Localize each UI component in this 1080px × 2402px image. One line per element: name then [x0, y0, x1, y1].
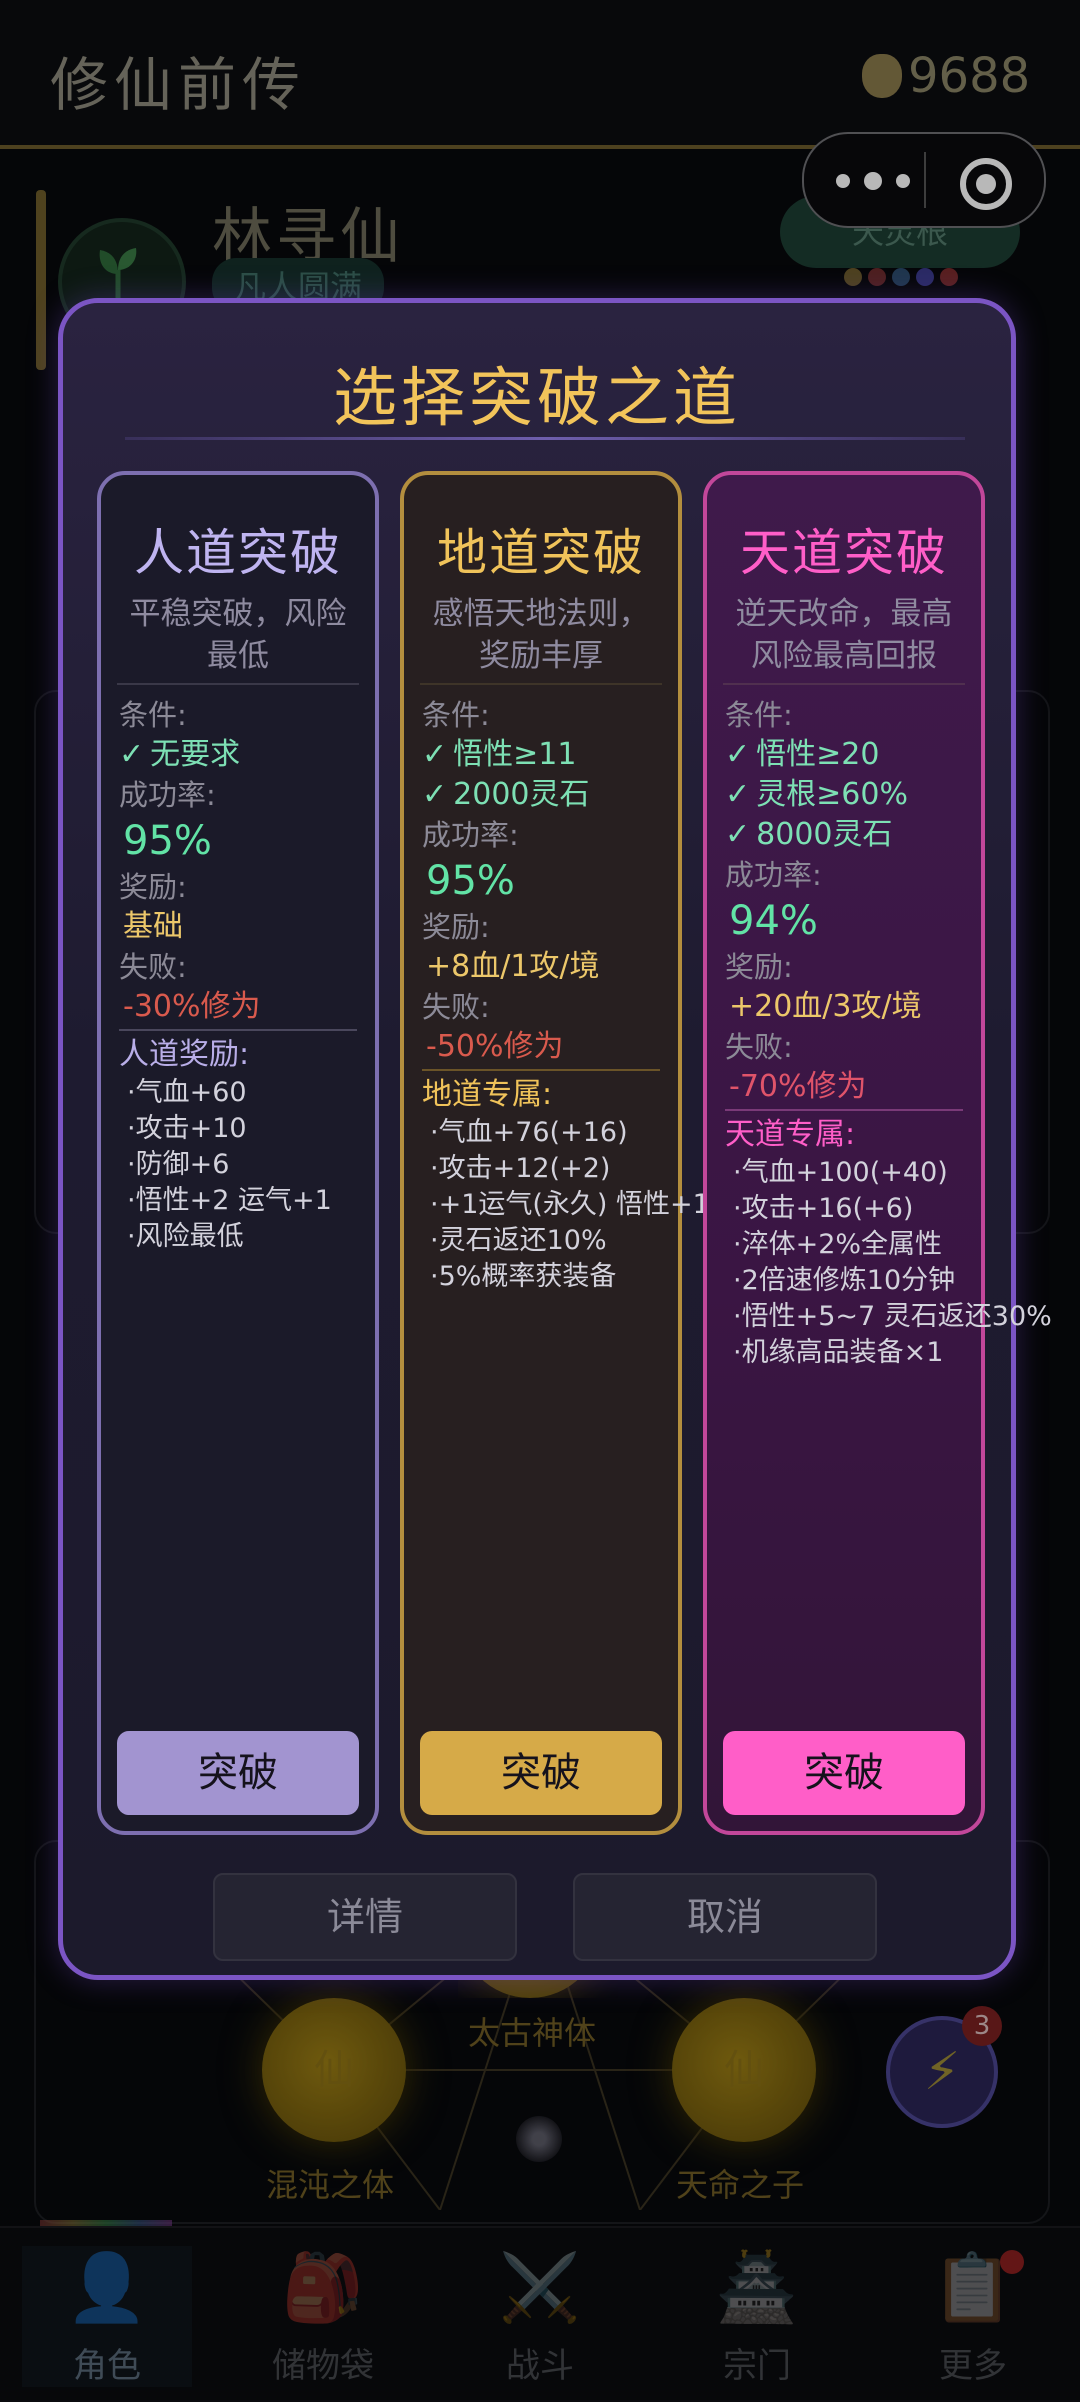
reward-value: 基础 [123, 909, 183, 944]
bonus-title: 地道专属: [422, 1077, 553, 1112]
path-card-earth[interactable]: 地道突破 感悟天地法则， 奖励丰厚 条件: ✓ 悟性≥11 ✓ 2000灵石 成功率… [400, 471, 710, 1835]
bonus-title: 人道奖励: [119, 1037, 250, 1072]
details-button[interactable]: 详情 [213, 1873, 517, 1961]
conditions-label: 条件: [422, 698, 490, 732]
desc-line: 逆天改命，最高 [735, 596, 953, 632]
failure-value: -50%修为 [426, 1029, 564, 1064]
bonus-item: ·悟性+2 运气+1 [127, 1185, 332, 1216]
bonus-item: ·机缘高品装备×1 [733, 1337, 944, 1368]
check-icon: ✓ [725, 777, 751, 812]
bonus-item: ·+1运气(永久) 悟性+1 [430, 1189, 710, 1220]
bonus-item: ·防御+6 [127, 1149, 230, 1180]
breakthrough-button-heaven[interactable]: 突破 [723, 1731, 965, 1815]
bonus-item: ·气血+76(+16) [430, 1117, 628, 1148]
path-card-heaven[interactable]: 天道突破 逆天改命，最高 风险最高回报 条件: ✓ 悟性≥20 ✓ 灵根≥60% ✓… [703, 471, 1052, 1835]
conditions-label: 条件: [725, 698, 793, 732]
path-details: 条件: ✓ 无要求 成功率: 95% 奖励: 基础 失败: -30%修为 人道奖励… [119, 695, 419, 1255]
reward-value: +20血/3攻/境 [729, 989, 922, 1024]
bonus-item: ·攻击+10 [127, 1113, 247, 1144]
breakthrough-modal: 选择突破之道 人道突破 平稳突破，风险 最低 条件: ✓ 无要求 成功率: 95%… [58, 298, 1052, 1980]
success-rate-label: 成功率: [725, 858, 822, 892]
reward-label: 奖励: [725, 950, 793, 984]
condition-item: ✓ 8000灵石 [725, 815, 1025, 855]
success-rate-value: 95% [123, 818, 212, 864]
condition-item: ✓ 悟性≥11 [422, 735, 722, 775]
success-rate-value: 95% [426, 858, 515, 904]
breakthrough-button-earth[interactable]: 突破 [420, 1731, 662, 1815]
path-name: 地道突破 [437, 524, 645, 582]
path-description: 逆天改命，最高 风险最高回报 [707, 593, 981, 677]
reward-label: 奖励: [422, 910, 490, 944]
failure-label: 失败: [725, 1030, 793, 1064]
check-icon: ✓ [119, 737, 145, 772]
condition-item: ✓ 2000灵石 [422, 775, 722, 815]
divider [119, 1029, 357, 1031]
desc-line: 奖励丰厚 [479, 638, 603, 674]
check-icon: ✓ [725, 817, 751, 852]
bonus-item: ·气血+100(+40) [733, 1157, 948, 1188]
bonus-item: ·气血+60 [127, 1077, 247, 1108]
conditions-label: 条件: [119, 698, 187, 732]
bonus-item: ·灵石返还10% [430, 1225, 607, 1256]
bonus-item: ·悟性+5~7 灵石返还30% [733, 1301, 1052, 1332]
cancel-button[interactable]: 取消 [573, 1873, 877, 1961]
success-rate-label: 成功率: [422, 818, 519, 852]
bonus-item: ·攻击+16(+6) [733, 1193, 914, 1224]
divider [723, 683, 965, 685]
path-name: 人道突破 [134, 524, 342, 582]
bonus-item: ·攻击+12(+2) [430, 1153, 611, 1184]
divider [117, 683, 359, 685]
divider [422, 1069, 660, 1071]
divider [420, 683, 662, 685]
reward-value: +8血/1攻/境 [426, 949, 600, 984]
divider [725, 1109, 963, 1111]
path-card-human[interactable]: 人道突破 平稳突破，风险 最低 条件: ✓ 无要求 成功率: 95% 奖励: 基础… [97, 471, 379, 1835]
path-details: 条件: ✓ 悟性≥20 ✓ 灵根≥60% ✓ 8000灵石 成功率: 94% 奖励: … [725, 695, 1052, 1371]
failure-value: -70%修为 [729, 1069, 867, 1104]
title-divider [125, 437, 965, 440]
bonus-title: 天道专属: [725, 1117, 856, 1152]
reward-label: 奖励: [119, 870, 187, 904]
path-description: 感悟天地法则， 奖励丰厚 [404, 593, 678, 677]
bonus-item: ·风险最低 [127, 1221, 244, 1252]
breakthrough-button-human[interactable]: 突破 [117, 1731, 359, 1815]
failure-label: 失败: [422, 990, 490, 1024]
check-icon: ✓ [422, 777, 448, 812]
path-description: 平稳突破，风险 最低 [101, 593, 375, 677]
condition-item: ✓ 无要求 [119, 735, 419, 775]
bonus-item: ·淬体+2%全属性 [733, 1229, 943, 1260]
path-name: 天道突破 [740, 524, 948, 582]
bonus-item: ·5%概率获装备 [430, 1261, 617, 1292]
failure-label: 失败: [119, 950, 187, 984]
desc-line: 风险最高回报 [751, 638, 937, 674]
success-rate-value: 94% [729, 898, 818, 944]
success-rate-label: 成功率: [119, 778, 216, 812]
desc-line: 感悟天地法则， [432, 596, 650, 632]
condition-item: ✓ 灵根≥60% [725, 775, 1025, 815]
desc-line: 最低 [207, 638, 269, 674]
bonus-item: ·2倍速修炼10分钟 [733, 1265, 956, 1296]
condition-item: ✓ 悟性≥20 [725, 735, 1025, 775]
desc-line: 平稳突破，风险 [129, 596, 347, 632]
modal-title: 选择突破之道 [333, 362, 741, 436]
check-icon: ✓ [422, 737, 448, 772]
check-icon: ✓ [725, 737, 751, 772]
failure-value: -30%修为 [123, 989, 261, 1024]
path-details: 条件: ✓ 悟性≥11 ✓ 2000灵石 成功率: 95% 奖励: +8血/1攻/境… [422, 695, 722, 1295]
